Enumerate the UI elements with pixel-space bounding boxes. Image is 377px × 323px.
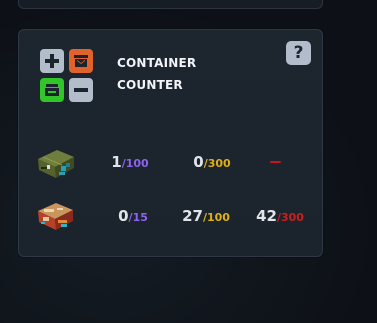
stat-max: 300 <box>207 157 231 170</box>
remove-button[interactable] <box>69 78 93 102</box>
stat-green-purple: 1/100 <box>111 154 148 170</box>
stat-orange-red: 42/300 <box>256 208 304 224</box>
help-icon: ? <box>293 42 304 63</box>
stat-orange-yellow: 27/100 <box>182 208 230 224</box>
close-container-icon <box>74 55 88 67</box>
stat-value: 1 <box>111 153 122 171</box>
previous-panel <box>18 0 323 9</box>
stat-max: 15 <box>132 211 148 224</box>
stat-value: 27 <box>182 207 203 225</box>
green-crate-icon <box>38 150 74 178</box>
stat-orange-purple: 0/15 <box>118 208 148 224</box>
help-button[interactable]: ? <box>286 41 311 65</box>
stat-max: 100 <box>125 157 149 170</box>
stat-value: 42 <box>256 207 277 225</box>
stat-value: 0 <box>193 153 204 171</box>
stat-green-yellow: 0/300 <box>193 154 230 170</box>
add-button[interactable] <box>40 49 64 73</box>
stat-value: 0 <box>118 207 129 225</box>
orange-crate-icon <box>38 203 73 230</box>
plus-icon <box>45 54 59 68</box>
minus-icon <box>74 88 88 92</box>
card-title-line-2: COUNTER <box>117 78 183 92</box>
stat-max: 100 <box>206 211 230 224</box>
open-container-button[interactable] <box>40 78 64 102</box>
open-container-icon <box>45 84 59 96</box>
container-counter-card: CONTAINER COUNTER ? 1/100 0/300 0/15 27/… <box>18 29 323 257</box>
stat-green-red-empty <box>270 161 281 163</box>
close-container-button[interactable] <box>69 49 93 73</box>
card-title-line-1: CONTAINER <box>117 56 197 70</box>
stat-max: 300 <box>280 211 304 224</box>
